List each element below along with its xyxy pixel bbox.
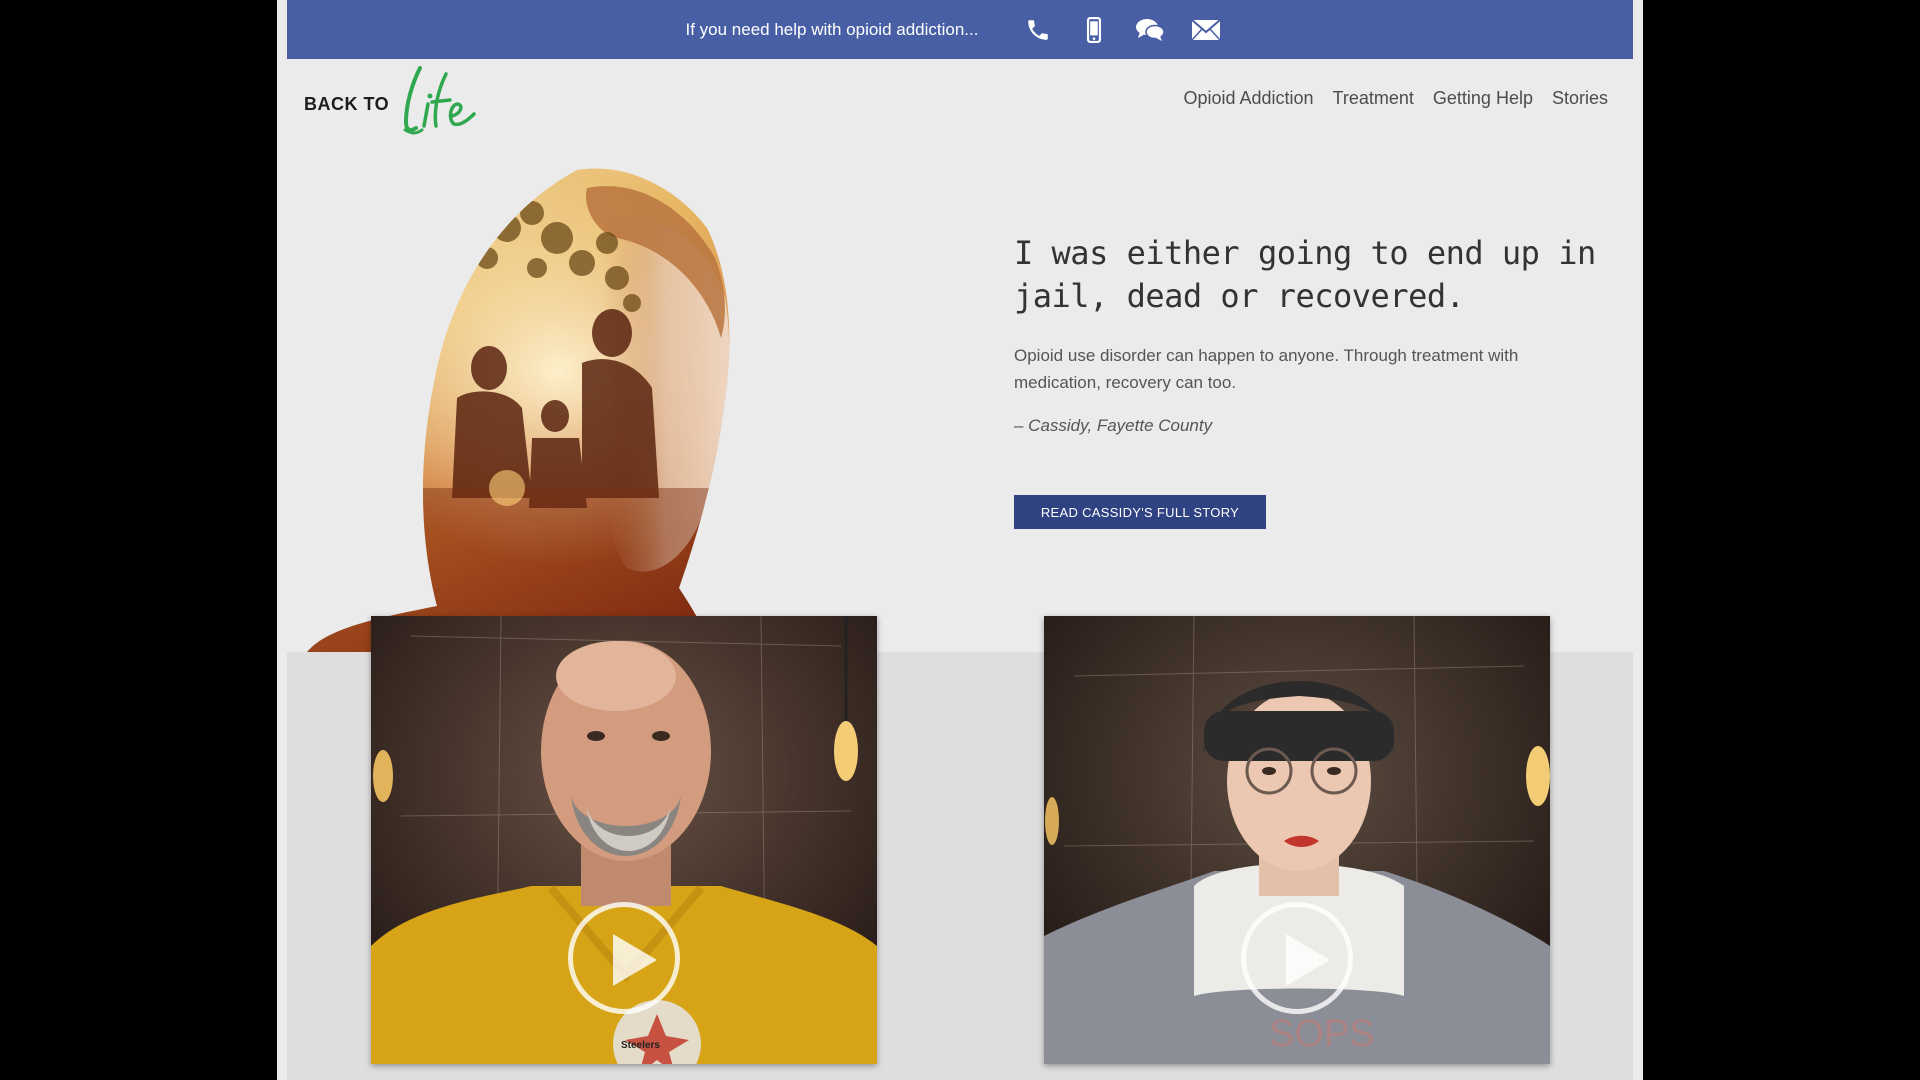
logo-prefix: BACK TO <box>304 94 390 114</box>
shirt-logo-text: Steelers <box>621 1040 660 1051</box>
help-bar: If you need help with opioid addiction..… <box>287 0 1633 59</box>
nav-opioid-addiction[interactable]: Opioid Addiction <box>1183 88 1313 109</box>
read-full-story-button[interactable]: READ CASSIDY'S FULL STORY <box>1014 495 1266 529</box>
logo-script-life <box>403 66 476 135</box>
phone-icon[interactable] <box>1023 16 1053 44</box>
hero-attribution: – Cassidy, Fayette County <box>1014 416 1213 435</box>
page: If you need help with opioid addiction..… <box>277 0 1643 1080</box>
nav-getting-help[interactable]: Getting Help <box>1433 88 1533 109</box>
main-nav: Opioid Addiction Treatment Getting Help … <box>1183 88 1608 109</box>
site-logo[interactable]: BACK TO <box>304 64 484 140</box>
hero-portrait-image <box>307 168 730 652</box>
hoodie-text: SOPS <box>1269 1013 1375 1055</box>
video-card-man[interactable]: Steelers <box>371 616 877 1064</box>
chat-icon[interactable] <box>1135 16 1166 44</box>
mobile-icon[interactable] <box>1079 16 1109 44</box>
play-icon[interactable] <box>568 902 680 1014</box>
nav-stories[interactable]: Stories <box>1552 88 1608 109</box>
hero-body-text: Opioid use disorder can happen to anyone… <box>1014 346 1519 392</box>
email-icon[interactable] <box>1191 16 1222 44</box>
video-card-woman[interactable]: SOPS <box>1044 616 1550 1064</box>
hero-quote: I was either going to end up in jail, de… <box>1014 234 1596 315</box>
play-icon[interactable] <box>1241 902 1353 1014</box>
help-bar-text: If you need help with opioid addiction..… <box>685 19 979 39</box>
nav-treatment[interactable]: Treatment <box>1333 88 1414 109</box>
